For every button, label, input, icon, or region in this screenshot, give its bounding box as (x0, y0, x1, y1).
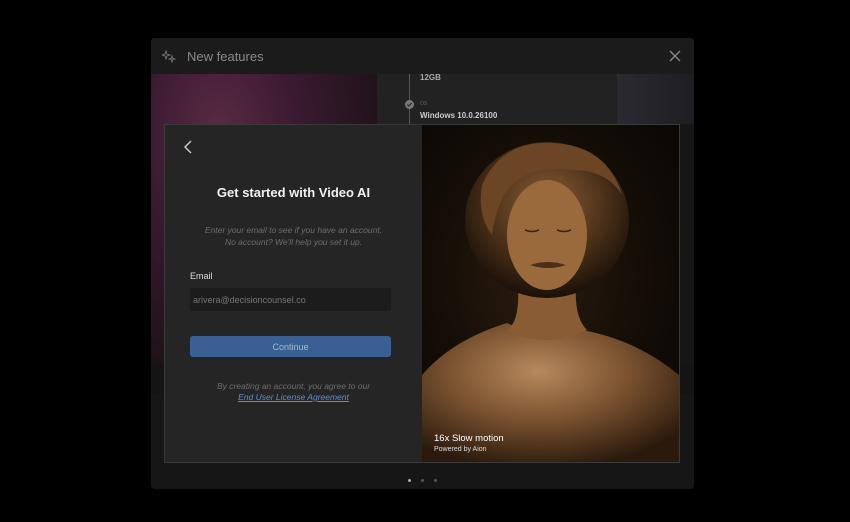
ram-value: 12GB (420, 73, 441, 82)
window-titlebar: New features (151, 38, 694, 74)
check-circle-icon (405, 100, 414, 109)
page-dot[interactable] (434, 479, 438, 482)
os-value: Windows 10.0.26100 (420, 111, 498, 120)
preview-caption-subtitle: Powered by Aion (434, 446, 487, 453)
terms-notice: By creating an account, you agree to our… (185, 381, 402, 403)
preview-caption-title: 16x Slow motion (434, 433, 504, 444)
feature-side-image (617, 74, 694, 124)
os-label: OS (420, 101, 428, 107)
portrait-image (422, 142, 679, 462)
feature-preview-panel: 16x Slow motion Powered by Aion (422, 125, 679, 462)
signin-modal: Get started with Video AI Enter your ema… (164, 124, 680, 463)
modal-heading: Get started with Video AI (216, 185, 371, 200)
sparkle-icon (162, 50, 176, 64)
modal-subtext: Enter your email to see if you have an a… (185, 224, 402, 248)
page-indicator (151, 469, 694, 487)
email-label: Email (190, 271, 213, 281)
chevron-left-icon[interactable] (181, 139, 195, 155)
subtext-line: No account? We'll help you set it up. (224, 237, 363, 247)
page-dot[interactable] (421, 479, 424, 482)
page-dot[interactable] (407, 479, 411, 482)
window-title: New features (187, 49, 264, 64)
email-field[interactable] (190, 288, 391, 311)
continue-button[interactable]: Continue (190, 336, 391, 357)
eula-link[interactable]: End User License Agreement (238, 392, 349, 402)
signin-form-panel: Get started with Video AI Enter your ema… (165, 125, 422, 462)
subtext-line: Enter your email to see if you have an a… (204, 225, 383, 235)
terms-text: By creating an account, you agree to our (216, 381, 371, 391)
close-icon[interactable] (668, 49, 682, 63)
